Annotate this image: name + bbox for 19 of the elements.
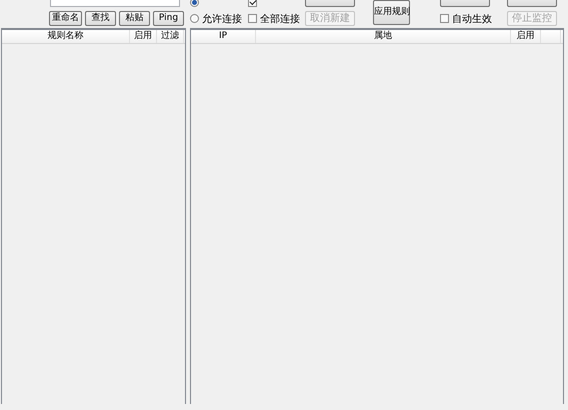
toolbar-button[interactable]: 应用规则 — [373, 0, 410, 25]
toolbar-button[interactable]: 粘贴 — [119, 11, 150, 26]
toolbar-button[interactable]: 查找 — [85, 11, 116, 26]
column-header[interactable]: 启用 — [130, 30, 157, 43]
checkbox[interactable] — [440, 14, 449, 23]
toolbar-button[interactable]: 重命名 — [49, 11, 82, 26]
toolbar-button[interactable]: Ping — [153, 11, 184, 26]
checkbox[interactable] — [248, 14, 257, 23]
radio-label: 允许连接 — [202, 12, 242, 26]
checkbox[interactable] — [248, 0, 257, 7]
radio-button[interactable] — [190, 0, 199, 7]
checkbox-label: 全部连接 — [260, 12, 300, 26]
column-header[interactable]: 规则名称 — [2, 30, 130, 43]
column-header[interactable]: IP — [191, 30, 256, 43]
column-header[interactable]: 启用 — [511, 30, 541, 43]
column-header[interactable]: 过滤 — [157, 30, 184, 43]
column-header[interactable]: 属地 — [256, 30, 511, 43]
radio-button[interactable] — [190, 14, 199, 23]
checkbox-label: 自动生效 — [452, 12, 492, 26]
